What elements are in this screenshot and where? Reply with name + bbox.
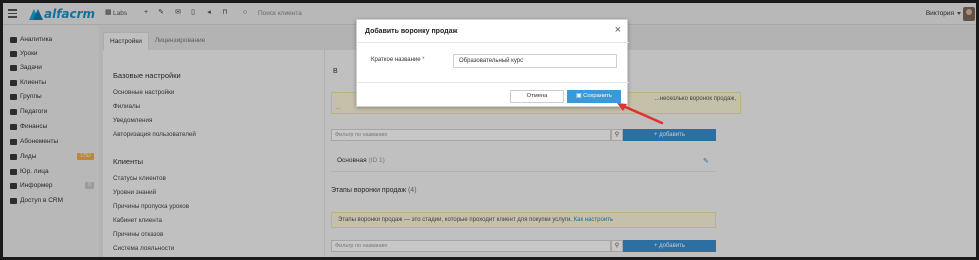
required-mark: * xyxy=(422,57,425,63)
short-name-label-text: Краткое название xyxy=(371,57,421,63)
app-window: alfacrm ▦ Labs + ✎ ✉ ▯ ◂ ⊓ ○ Поиск клиен… xyxy=(0,0,979,260)
cancel-button[interactable]: Отмена xyxy=(510,90,564,103)
annotation-arrow xyxy=(617,103,664,125)
modal-footer-divider xyxy=(357,82,629,83)
modal-divider xyxy=(357,42,629,43)
save-button-label: Сохранить xyxy=(583,93,612,99)
add-funnel-modal: Добавить воронку продаж × Краткое назван… xyxy=(356,19,629,107)
short-name-label: Краткое название * xyxy=(371,57,425,63)
close-icon[interactable]: × xyxy=(615,24,621,36)
modal-title: Добавить воронку продаж xyxy=(365,28,458,35)
short-name-input[interactable]: Образовательный курс xyxy=(453,54,617,68)
save-button[interactable]: ▣ Сохранить xyxy=(567,90,621,103)
